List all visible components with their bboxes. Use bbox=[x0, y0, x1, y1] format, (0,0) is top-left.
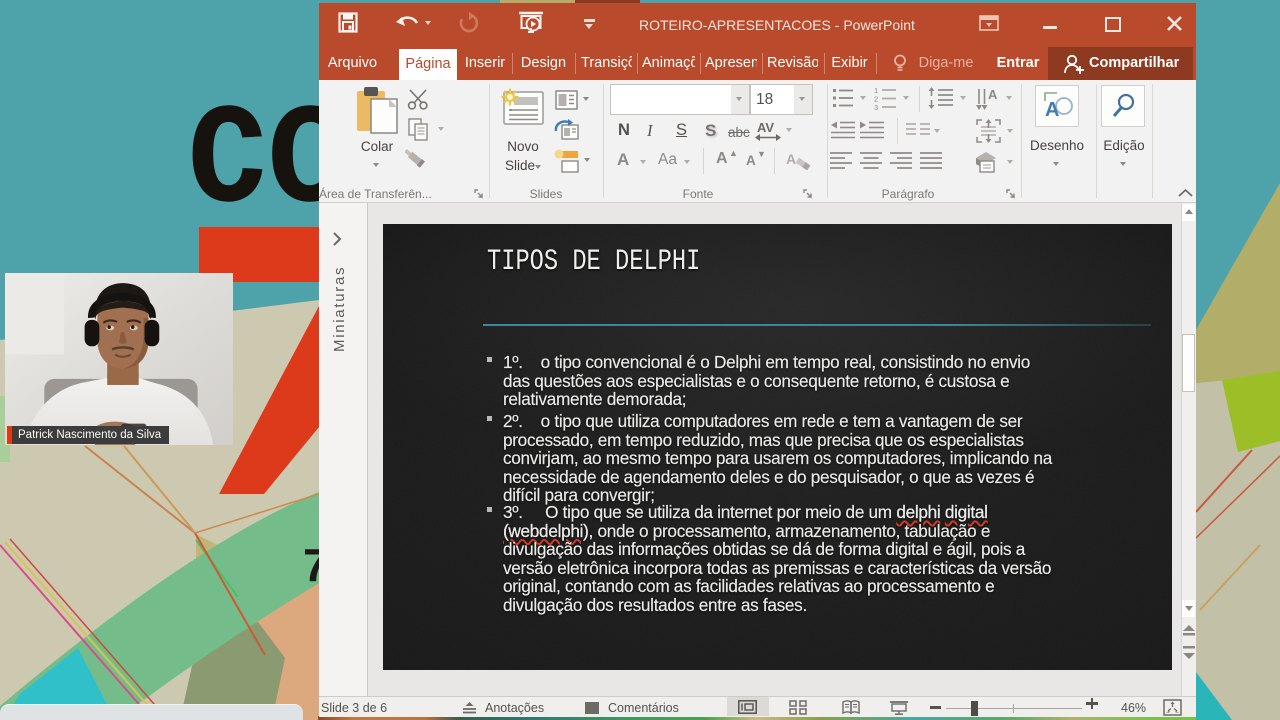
svg-text:A: A bbox=[1045, 99, 1059, 121]
svg-text:A: A bbox=[988, 87, 998, 102]
svg-text:3: 3 bbox=[874, 103, 878, 110]
